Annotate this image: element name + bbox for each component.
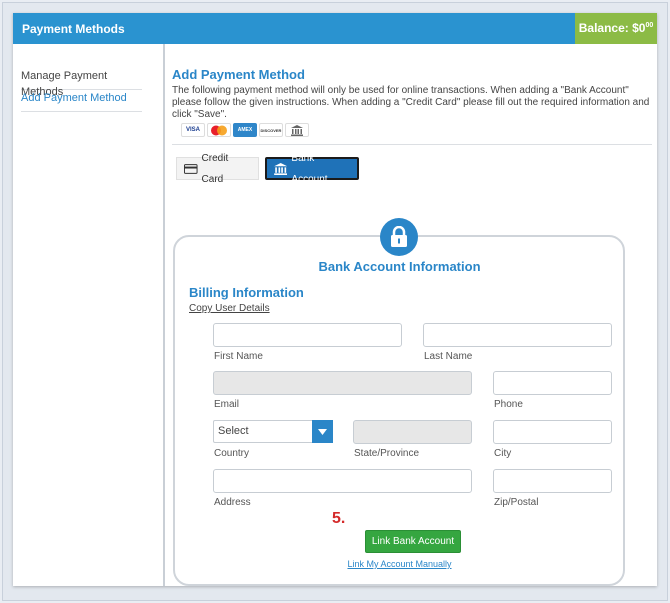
page-title: Payment Methods: [22, 22, 125, 36]
section-title: Add Payment Method: [172, 67, 305, 82]
step-marker: 5.: [332, 510, 346, 527]
first-name-input[interactable]: [213, 323, 402, 347]
header-bar: Payment Methods Balance: $000: [13, 13, 657, 44]
zip-input[interactable]: [493, 469, 612, 493]
address-input[interactable]: [213, 469, 472, 493]
city-label: City: [494, 448, 512, 459]
country-select-value: Select: [218, 425, 249, 437]
phone-input[interactable]: [493, 371, 612, 395]
billing-title: Billing Information: [189, 285, 304, 300]
copy-user-details-link[interactable]: Copy User Details: [189, 303, 270, 314]
balance-cents: 00: [645, 22, 654, 29]
sidebar: Manage Payment Methods Add Payment Metho…: [13, 44, 165, 586]
tab-bank-account[interactable]: Bank Account: [265, 153, 359, 185]
main-content: Add Payment Method The following payment…: [172, 44, 657, 586]
visa-logo: VISA: [181, 123, 205, 137]
address-label: Address: [214, 497, 251, 508]
form-title: Bank Account Information: [318, 259, 481, 274]
tab-credit-card[interactable]: Credit Card: [176, 153, 259, 185]
payment-panel: Payment Methods Balance: $000 Manage Pay…: [13, 13, 657, 586]
credit-card-icon: [184, 163, 198, 174]
state-label: State/Province: [354, 448, 420, 459]
state-input[interactable]: [353, 420, 472, 444]
first-name-label: First Name: [214, 351, 263, 362]
email-input[interactable]: [213, 371, 472, 395]
phone-label: Phone: [494, 399, 523, 410]
section-description: The following payment method will only b…: [172, 85, 650, 120]
last-name-input[interactable]: [423, 323, 612, 347]
zip-label: Zip/Postal: [494, 497, 539, 508]
tab-bank-account-label: Bank Account: [291, 152, 328, 185]
mastercard-logo: [207, 123, 231, 137]
last-name-label: Last Name: [424, 351, 473, 362]
balance-badge: Balance: $000: [575, 13, 657, 44]
divider: [172, 144, 652, 145]
accepted-cards: VISA AMEX DISCOVER: [181, 121, 309, 139]
chevron-down-icon[interactable]: [312, 420, 333, 443]
link-manually-link[interactable]: Link My Account Manually: [172, 559, 627, 569]
sidebar-item-manage[interactable]: Manage Payment Methods: [21, 68, 142, 98]
country-select[interactable]: Select: [213, 420, 333, 443]
country-label: Country: [214, 448, 250, 459]
balance-label: Balance: $0: [578, 21, 646, 35]
tab-credit-card-label: Credit Card: [201, 152, 229, 185]
bank-logo-icon: [285, 123, 309, 137]
bank-icon: [274, 162, 288, 175]
amex-logo: AMEX: [233, 123, 257, 137]
link-bank-account-button[interactable]: Link Bank Account: [365, 530, 461, 553]
discover-logo: DISCOVER: [259, 123, 283, 137]
email-label: Email: [214, 399, 240, 410]
city-input[interactable]: [493, 420, 612, 444]
lock-icon: [380, 218, 418, 256]
sidebar-item-add[interactable]: Add Payment Method: [21, 90, 142, 112]
